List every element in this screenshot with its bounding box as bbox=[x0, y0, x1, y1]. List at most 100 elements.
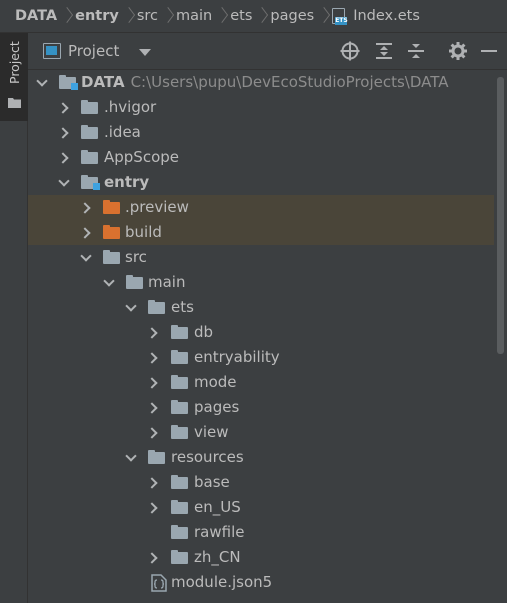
folder-icon bbox=[171, 425, 188, 439]
folder-icon bbox=[171, 500, 188, 514]
expand-all-icon[interactable] bbox=[373, 40, 395, 62]
module-folder-icon bbox=[81, 175, 100, 190]
chevron-right-icon[interactable] bbox=[81, 227, 91, 237]
breadcrumb-separator-icon bbox=[57, 6, 75, 26]
folder-icon bbox=[171, 400, 188, 414]
tree-item-db[interactable]: db bbox=[28, 320, 494, 345]
breadcrumb-item-src[interactable]: src bbox=[137, 8, 158, 24]
tree-item-label: build bbox=[125, 223, 162, 241]
chevron-right-icon[interactable] bbox=[148, 427, 158, 437]
tree-item-label: ets bbox=[171, 298, 194, 316]
breadcrumb-separator-icon bbox=[212, 6, 230, 26]
folder-icon bbox=[103, 250, 120, 264]
project-tool-window-button[interactable]: Project bbox=[0, 33, 28, 121]
tree-item-label: pages bbox=[194, 398, 240, 416]
breadcrumb: DATA entry src main ets pages ETS Index.… bbox=[0, 0, 507, 33]
chevron-down-icon[interactable] bbox=[81, 252, 91, 262]
breadcrumb-item-pages[interactable]: pages bbox=[270, 8, 314, 24]
chevron-right-icon[interactable] bbox=[148, 352, 158, 362]
folder-icon bbox=[148, 450, 165, 464]
chevron-right-icon[interactable] bbox=[59, 152, 69, 162]
tree-scrollbar[interactable] bbox=[494, 70, 507, 603]
chevron-down-icon[interactable] bbox=[104, 277, 114, 287]
tree-item-appscope[interactable]: AppScope bbox=[28, 145, 494, 170]
tree-item-rawfile[interactable]: rawfile bbox=[28, 520, 494, 545]
folder-icon bbox=[171, 350, 188, 364]
folder-icon bbox=[171, 375, 188, 389]
folder-icon bbox=[171, 325, 188, 339]
folder-icon bbox=[148, 300, 165, 314]
tree-item-label: db bbox=[194, 323, 214, 341]
chevron-right-icon[interactable] bbox=[148, 502, 158, 512]
tree-item-base[interactable]: base bbox=[28, 470, 494, 495]
breadcrumb-item-data[interactable]: DATA bbox=[15, 8, 57, 24]
breadcrumb-item-main[interactable]: main bbox=[176, 8, 212, 24]
settings-gear-icon[interactable] bbox=[447, 40, 469, 62]
chevron-right-icon[interactable] bbox=[148, 552, 158, 562]
tree-item-hvigor[interactable]: .hvigor bbox=[28, 95, 494, 120]
chevron-down-icon[interactable] bbox=[59, 177, 69, 187]
folder-icon bbox=[81, 150, 98, 164]
chevron-right-icon[interactable] bbox=[148, 477, 158, 487]
chevron-down-icon[interactable] bbox=[126, 452, 136, 462]
tree-item-view[interactable]: view bbox=[28, 420, 494, 445]
tree-item-src[interactable]: src bbox=[28, 245, 494, 270]
tree-item-label: main bbox=[148, 273, 186, 291]
tree-item-label: view bbox=[194, 423, 229, 441]
tree-item-ets[interactable]: ets bbox=[28, 295, 494, 320]
tree-item-label: entry bbox=[104, 173, 150, 191]
tree-item-mode[interactable]: mode bbox=[28, 370, 494, 395]
tree-item-pages[interactable]: pages bbox=[28, 395, 494, 420]
breadcrumb-separator-icon bbox=[252, 6, 270, 26]
tree-item-build[interactable]: build bbox=[28, 220, 494, 245]
folder-icon bbox=[8, 98, 21, 108]
tree-item-label: DATA bbox=[81, 73, 125, 91]
locate-icon[interactable] bbox=[339, 40, 361, 62]
chevron-right-icon[interactable] bbox=[59, 102, 69, 112]
tree-item-data-root[interactable]: DATA C:\Users\pupu\DevEcoStudioProjects\D… bbox=[28, 70, 494, 95]
chevron-right-icon[interactable] bbox=[148, 377, 158, 387]
chevron-right-icon[interactable] bbox=[81, 202, 91, 212]
tree-item-label: .hvigor bbox=[104, 98, 157, 116]
breadcrumb-item-index-ets[interactable]: Index.ets bbox=[353, 8, 420, 24]
project-path: C:\Users\pupu\DevEcoStudioProjects\DATA bbox=[130, 73, 449, 91]
chevron-right-icon[interactable] bbox=[148, 402, 158, 412]
chevron-right-icon[interactable] bbox=[59, 127, 69, 137]
folder-icon bbox=[81, 100, 98, 114]
tree-item-zh-cn[interactable]: zh_CN bbox=[28, 545, 494, 570]
tree-item-entry[interactable]: entry bbox=[28, 170, 494, 195]
excluded-folder-icon bbox=[103, 225, 120, 239]
tree-item-module-json5[interactable]: module.json5 bbox=[28, 570, 494, 595]
minimize-icon[interactable] bbox=[478, 40, 500, 62]
chevron-down-icon[interactable] bbox=[126, 302, 136, 312]
scrollbar-thumb[interactable] bbox=[497, 77, 504, 354]
tree-item-label: en_US bbox=[194, 498, 241, 516]
tree-item-label: mode bbox=[194, 373, 237, 391]
folder-icon bbox=[171, 475, 188, 489]
excluded-folder-icon bbox=[103, 200, 120, 214]
tree-item-resources[interactable]: resources bbox=[28, 445, 494, 470]
ets-file-icon: ETS bbox=[332, 7, 348, 25]
tree-item-main[interactable]: main bbox=[28, 270, 494, 295]
panel-title[interactable]: Project bbox=[68, 42, 119, 60]
folder-icon bbox=[81, 125, 98, 139]
collapse-all-icon[interactable] bbox=[405, 40, 427, 62]
folder-icon bbox=[171, 550, 188, 564]
tree-item-preview[interactable]: .preview bbox=[28, 195, 494, 220]
breadcrumb-separator-icon bbox=[158, 6, 176, 26]
breadcrumb-item-ets[interactable]: ets bbox=[230, 8, 252, 24]
tree-item-entryability[interactable]: entryability bbox=[28, 345, 494, 370]
chevron-right-icon[interactable] bbox=[148, 327, 158, 337]
tree-item-label: AppScope bbox=[104, 148, 179, 166]
chevron-down-icon[interactable] bbox=[139, 49, 151, 56]
tree-item-en-us[interactable]: en_US bbox=[28, 495, 494, 520]
chevron-down-icon[interactable] bbox=[37, 77, 47, 87]
tree-item-label: src bbox=[125, 248, 147, 266]
breadcrumb-item-entry[interactable]: entry bbox=[75, 8, 119, 24]
tool-window-strip: Project bbox=[0, 33, 28, 603]
tree-item-label: .idea bbox=[104, 123, 141, 141]
folder-icon bbox=[126, 275, 143, 289]
project-view-icon bbox=[43, 43, 61, 59]
module-folder-icon bbox=[59, 75, 78, 90]
tree-item-idea[interactable]: .idea bbox=[28, 120, 494, 145]
